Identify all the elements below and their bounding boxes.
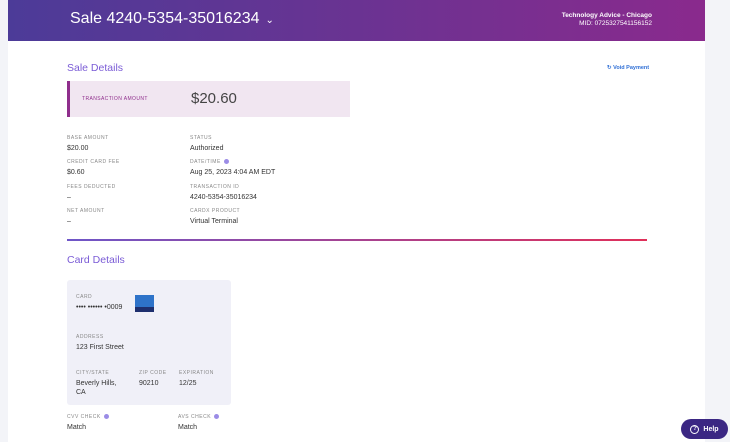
amex-card-icon xyxy=(135,295,154,312)
field-label: AVS CHECK xyxy=(178,413,220,420)
field-label: CREDIT CARD FEE xyxy=(67,158,120,165)
field-label: STATUS xyxy=(190,134,212,141)
field-value: Virtual Terminal xyxy=(190,218,238,225)
card-details-box: CARD •••• •••••• •0009 ADDRESS 123 First S… xyxy=(67,280,231,405)
field-label: ZIP CODE xyxy=(139,369,167,376)
field-value: – xyxy=(67,218,71,225)
field-card: CARD •••• •••••• •0009 xyxy=(76,293,122,312)
page-title: Sale 4240-5354-35016234 xyxy=(70,10,260,27)
field-label: ADDRESS xyxy=(76,333,104,340)
merchant-id: MID: 0725327541156152 xyxy=(579,20,652,27)
card-details-title: Card Details xyxy=(67,254,125,266)
field-transaction-id: TRANSACTION ID 4240-5354-35016234 xyxy=(190,183,257,202)
header: Sale 4240-5354-35016234 ⌄ Technology Advi… xyxy=(8,0,705,41)
label-text: DATE/TIME xyxy=(190,158,221,165)
field-expiration: EXPIRATION 12/25 xyxy=(179,369,214,388)
field-value: $0.60 xyxy=(67,169,85,176)
field-value: •••• •••••• •0009 xyxy=(76,304,123,311)
field-value: 123 First Street xyxy=(76,344,124,351)
field-value: 4240-5354-35016234 xyxy=(190,194,257,201)
field-status: STATUS Authorized xyxy=(190,134,223,153)
field-value: Aug 25, 2023 4:04 AM EDT xyxy=(190,169,276,176)
sale-title-dropdown[interactable]: Sale 4240-5354-35016234 ⌄ xyxy=(70,10,274,28)
field-fees-deducted: FEES DEDUCTED – xyxy=(67,183,116,202)
field-label: FEES DEDUCTED xyxy=(67,183,116,190)
field-value: Authorized xyxy=(190,145,224,152)
label-text: CVV CHECK xyxy=(67,413,101,420)
field-date-time: DATE/TIME Aug 25, 2023 4:04 AM EDT xyxy=(190,158,275,177)
sale-details-title: Sale Details xyxy=(67,62,124,74)
transaction-amount-box: TRANSACTION AMOUNT $20.60 xyxy=(67,81,350,117)
field-value: – xyxy=(67,194,71,201)
field-net-amount: NET AMOUNT – xyxy=(67,207,105,226)
field-label: CVV CHECK xyxy=(67,413,109,420)
field-label: BASE AMOUNT xyxy=(67,134,109,141)
label-text: AVS CHECK xyxy=(178,413,212,420)
transaction-amount-label: TRANSACTION AMOUNT xyxy=(82,96,148,102)
chevron-down-icon: ⌄ xyxy=(265,15,274,26)
field-zip: ZIP CODE 90210 xyxy=(139,369,167,388)
info-icon[interactable] xyxy=(214,414,220,419)
field-base-amount: BASE AMOUNT $20.00 xyxy=(67,134,109,153)
field-label: CITY/STATE xyxy=(76,369,110,376)
merchant-info: Technology Advice - Chicago MID: 07253275… xyxy=(562,12,652,28)
field-address: ADDRESS 123 First Street xyxy=(76,333,124,352)
info-icon[interactable] xyxy=(103,414,109,419)
field-label: CARD xyxy=(76,293,93,300)
field-avs-check: AVS CHECK Match xyxy=(178,413,220,432)
field-city-state: CITY/STATE Beverly Hills, CA xyxy=(76,369,126,397)
void-payment-link[interactable]: ↻ Void Payment xyxy=(607,65,649,71)
field-credit-card-fee: CREDIT CARD FEE $0.60 xyxy=(67,158,120,177)
field-label: TRANSACTION ID xyxy=(190,183,240,190)
field-value: 90210 xyxy=(139,380,159,387)
field-cardx-product: CARDX PRODUCT Virtual Terminal xyxy=(190,207,240,226)
field-value: 12/25 xyxy=(179,380,197,387)
help-button[interactable]: ? Help xyxy=(681,419,728,439)
question-icon: ? xyxy=(690,424,700,434)
help-label: Help xyxy=(703,425,719,433)
info-icon[interactable] xyxy=(223,159,229,164)
field-value: Beverly Hills, CA xyxy=(76,380,117,396)
field-value: $20.00 xyxy=(67,145,89,152)
field-value: Match xyxy=(178,424,198,431)
transaction-amount-value: $20.60 xyxy=(191,90,237,107)
void-payment-label: Void Payment xyxy=(613,65,650,71)
field-label: NET AMOUNT xyxy=(67,207,105,214)
merchant-name: Technology Advice - Chicago xyxy=(561,12,652,19)
field-value: Match xyxy=(67,424,87,431)
field-label: CARDX PRODUCT xyxy=(190,207,241,214)
field-label: EXPIRATION xyxy=(179,369,214,376)
field-cvv-check: CVV CHECK Match xyxy=(67,413,109,432)
section-divider xyxy=(67,239,647,241)
field-label: DATE/TIME xyxy=(190,158,275,165)
